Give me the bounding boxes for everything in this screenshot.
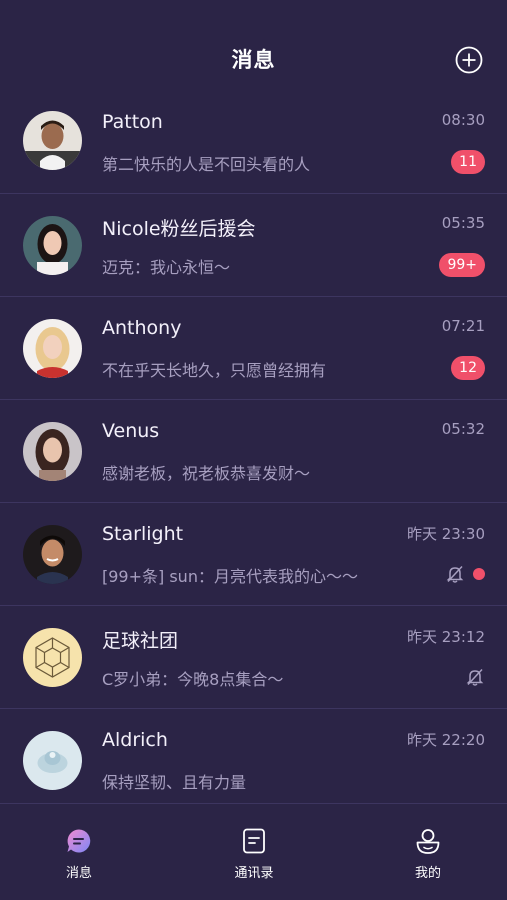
tab-bar: 消息 通讯录 我的 — [0, 803, 507, 900]
avatar — [23, 731, 82, 790]
conversation-item[interactable]: Patton 第二快乐的人是不回头看的人 08:30 11 — [0, 91, 507, 194]
conversation-name: Venus — [102, 420, 160, 442]
tab-me[interactable]: 我的 — [368, 804, 488, 900]
tab-label: 消息 — [65, 866, 92, 881]
profile-icon — [416, 829, 440, 854]
message-time: 07:21 — [441, 317, 485, 335]
message-preview: [99+条] sun：月亮代表我的心～～ — [102, 567, 358, 586]
message-time: 昨天 23:30 — [407, 525, 485, 543]
unread-badge: 12 — [451, 356, 485, 380]
chat-bubble-icon — [67, 829, 91, 853]
conversation-name: Nicole粉丝后援会 — [102, 218, 256, 240]
conversation-item[interactable]: Aldrich 保持坚韧、且有力量 昨天 22:20 — [0, 709, 507, 812]
message-preview: 保持坚韧、且有力量 — [102, 773, 247, 792]
contacts-book-icon — [243, 828, 265, 854]
avatar — [23, 628, 82, 687]
header: 消息 — [0, 0, 507, 100]
message-preview: 感谢老板，祝老板恭喜发财～ — [102, 464, 311, 483]
conversation-item[interactable]: Nicole粉丝后援会 迈克：我心永恒～ 05:35 99+ — [0, 194, 507, 297]
conversation-name: Aldrich — [102, 729, 168, 751]
conversation-name: Anthony — [102, 317, 182, 339]
conversation-item[interactable]: Starlight [99+条] sun：月亮代表我的心～～ 昨天 23:30 — [0, 503, 507, 606]
message-time: 昨天 23:12 — [407, 628, 485, 646]
message-preview: C罗小弟：今晚8点集合～ — [102, 670, 284, 689]
message-time: 05:32 — [441, 420, 485, 438]
message-time: 08:30 — [441, 111, 485, 129]
message-time: 05:35 — [441, 214, 485, 232]
conversation-item[interactable]: 足球社团 C罗小弟：今晚8点集合～ 昨天 23:12 — [0, 606, 507, 709]
message-preview: 不在乎天长地久，只愿曾经拥有 — [102, 361, 327, 380]
avatar — [23, 422, 82, 481]
tab-label: 通讯录 — [234, 866, 274, 881]
message-preview: 第二快乐的人是不回头看的人 — [102, 155, 311, 174]
avatar — [23, 525, 82, 584]
conversation-name: Patton — [102, 111, 163, 133]
tab-label: 我的 — [414, 866, 441, 881]
message-time: 昨天 22:20 — [407, 731, 485, 749]
unread-dot — [473, 568, 485, 580]
conversation-list: Patton 第二快乐的人是不回头看的人 08:30 11 Nicole粉丝后援… — [0, 91, 507, 812]
avatar — [23, 319, 82, 378]
tab-contacts[interactable]: 通讯录 — [194, 804, 314, 900]
plus-circle-icon[interactable] — [455, 46, 483, 74]
mute-icon — [446, 565, 464, 583]
conversation-item[interactable]: Venus 感谢老板，祝老板恭喜发财～ 05:32 — [0, 400, 507, 503]
tab-messages[interactable]: 消息 — [19, 804, 139, 900]
conversation-name: Starlight — [102, 523, 184, 545]
conversation-name: 足球社团 — [102, 630, 179, 652]
unread-badge: 99+ — [439, 253, 485, 277]
message-preview: 迈克：我心永恒～ — [102, 258, 231, 277]
page-title: 消息 — [231, 48, 276, 72]
unread-badge: 11 — [451, 150, 485, 174]
mute-icon — [466, 668, 484, 686]
conversation-item[interactable]: Anthony 不在乎天长地久，只愿曾经拥有 07:21 12 — [0, 297, 507, 400]
avatar — [23, 111, 82, 170]
avatar — [23, 216, 82, 275]
